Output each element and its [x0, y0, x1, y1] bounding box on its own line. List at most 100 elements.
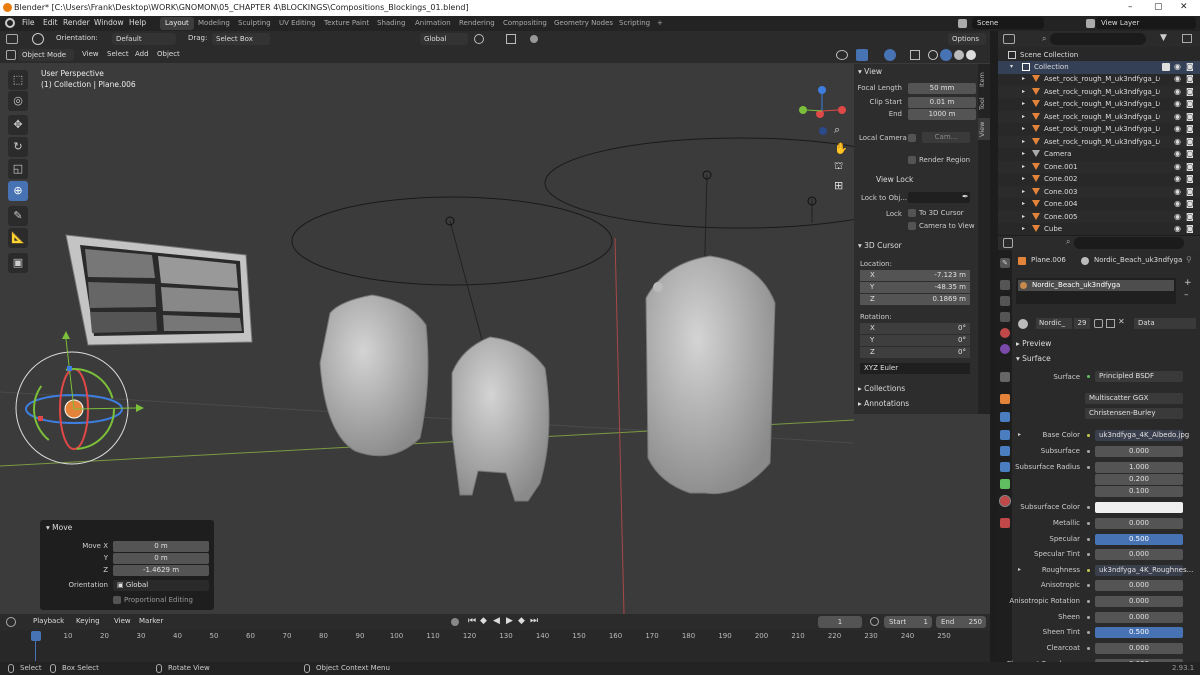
expand-arrow-icon[interactable]: ▸: [1022, 213, 1025, 220]
camera-icon[interactable]: ◙: [1186, 74, 1194, 83]
add-slot-button[interactable]: +: [1184, 278, 1192, 288]
expand-arrow-icon[interactable]: ▸: [1022, 200, 1025, 207]
3d-cursor-section-header[interactable]: ▾ 3D Cursor: [858, 241, 902, 250]
camera-icon[interactable]: ◙: [1186, 199, 1194, 208]
camera-view-icon[interactable]: ⛫: [834, 161, 843, 174]
camera-icon[interactable]: ◙: [1186, 149, 1194, 158]
bsdf-input-field[interactable]: uk3ndfyga_4K_Roughnes...: [1095, 565, 1193, 576]
bsdf-input-field[interactable]: 1.000: [1095, 462, 1183, 473]
material-tab-icon[interactable]: [999, 495, 1011, 507]
move-z-field[interactable]: -1.4629 m: [113, 565, 209, 576]
expand-arrow-icon[interactable]: ▸: [1018, 566, 1021, 573]
expand-arrow-icon[interactable]: ▸: [1022, 138, 1025, 145]
outliner-item[interactable]: ▸ Cone.005 ◉ ◙: [998, 210, 1200, 223]
outliner-search-input[interactable]: [1050, 33, 1146, 45]
outliner-item[interactable]: ▸ Aset_rock_rough_M_uk3ndfyga_LOD ◉ ◙: [998, 123, 1200, 136]
outliner-item[interactable]: ▸ Cone.001 ◉ ◙: [998, 160, 1200, 173]
expand-arrow-icon[interactable]: ▸: [1018, 431, 1021, 438]
checkbox-icon[interactable]: [1162, 63, 1170, 71]
menu-playback[interactable]: Playback: [33, 617, 64, 625]
zoom-icon[interactable]: ⌕: [834, 123, 840, 137]
solid-shading-icon[interactable]: [940, 49, 952, 61]
xray-icon[interactable]: [910, 50, 920, 60]
tab-sculpting[interactable]: Sculpting: [233, 17, 276, 30]
eye-icon[interactable]: ◉: [1174, 174, 1181, 183]
add-cube-tool-icon[interactable]: ▣: [8, 253, 28, 273]
bsdf-input-field[interactable]: 0.000: [1095, 580, 1183, 591]
duplicate-material-icon[interactable]: [1106, 319, 1115, 328]
menu-edit[interactable]: Edit: [43, 18, 58, 27]
menu-view[interactable]: View: [114, 617, 131, 625]
gizmo-toggle-icon[interactable]: [856, 49, 868, 61]
focal-length-field[interactable]: 50 mm: [908, 83, 976, 94]
close-button[interactable]: ✕: [1180, 2, 1188, 12]
world-tab-icon[interactable]: [1000, 344, 1010, 354]
annotate-tool-icon[interactable]: ✎: [8, 206, 28, 226]
view-layer-selector[interactable]: View Layer: [1096, 17, 1196, 29]
tab-geometry-nodes[interactable]: Geometry Nodes: [549, 17, 618, 30]
drag-dropdown[interactable]: Select Box: [212, 33, 270, 45]
tab-modeling[interactable]: Modeling: [193, 17, 235, 30]
eye-icon[interactable]: ◉: [1174, 99, 1181, 108]
add-workspace-button[interactable]: +: [652, 17, 668, 30]
menu-marker[interactable]: Marker: [139, 617, 163, 625]
transform-orientation-dropdown[interactable]: Global: [420, 33, 468, 45]
cursor-y-field[interactable]: Y -48.35 m: [860, 282, 970, 293]
measure-tool-icon[interactable]: 📐: [8, 228, 28, 248]
constraints-tab-icon[interactable]: [1000, 462, 1010, 472]
properties-search-input[interactable]: [1074, 237, 1184, 249]
bsdf-input-field[interactable]: [1095, 502, 1183, 513]
camera-icon[interactable]: ◙: [1186, 137, 1194, 146]
camera-icon[interactable]: ◙: [1186, 187, 1194, 196]
menu-help[interactable]: Help: [129, 18, 146, 27]
prev-keyframe-icon[interactable]: ◆: [480, 616, 487, 626]
tool-tab-icon[interactable]: ✎: [1000, 258, 1010, 268]
overlay-toggle-icon[interactable]: [884, 49, 896, 61]
outliner-item[interactable]: ▸ Cone.004 ◉ ◙: [998, 198, 1200, 211]
eye-icon[interactable]: ◉: [1174, 187, 1181, 196]
outliner-editor-icon[interactable]: [1003, 34, 1015, 44]
tab-texture-paint[interactable]: Texture Paint: [319, 17, 374, 30]
preview-section-header[interactable]: ▸ Preview: [1016, 339, 1051, 348]
bsdf-input-field[interactable]: 0.500: [1095, 627, 1183, 638]
expand-arrow-icon[interactable]: ▸: [1022, 75, 1025, 82]
tab-item[interactable]: Item: [978, 70, 990, 90]
move-y-field[interactable]: 0 m: [113, 553, 209, 564]
snap-icon[interactable]: [506, 34, 516, 44]
scale-tool-icon[interactable]: ◱: [8, 159, 28, 179]
move-panel-title[interactable]: ▾ Move: [46, 523, 72, 532]
timeline-track[interactable]: [0, 630, 990, 662]
orientation-dropdown[interactable]: Default: [112, 33, 176, 45]
rotate-tool-icon[interactable]: ↻: [8, 137, 28, 157]
physics-tab-icon[interactable]: [1000, 446, 1010, 456]
proportional-editing-checkbox[interactable]: Proportional Editing: [113, 596, 193, 604]
jump-start-icon[interactable]: ⏮: [468, 616, 476, 626]
bsdf-input-field[interactable]: 0.200: [1095, 474, 1183, 485]
eyedropper-icon[interactable]: ✒: [962, 192, 969, 201]
mode-dropdown[interactable]: Object Mode: [18, 49, 74, 61]
bsdf-input-field[interactable]: 0.500: [1095, 534, 1183, 545]
output-tab-icon[interactable]: [1000, 296, 1010, 306]
surface-shader-field[interactable]: Principled BSDF: [1095, 371, 1183, 382]
eye-icon[interactable]: ◉: [1174, 112, 1181, 121]
pivot-icon[interactable]: [474, 34, 484, 44]
lock-to-object-field[interactable]: [908, 192, 970, 203]
modifier-tab-icon[interactable]: [1000, 412, 1010, 422]
eye-icon[interactable]: ◉: [1174, 162, 1181, 171]
bsdf-input-field[interactable]: 0.000: [1095, 596, 1183, 607]
next-keyframe-icon[interactable]: ◆: [518, 616, 525, 626]
expand-arrow-icon[interactable]: ▸: [1022, 188, 1025, 195]
pan-hand-icon[interactable]: ✋: [834, 142, 848, 155]
eye-icon[interactable]: ◉: [1174, 87, 1181, 96]
expand-arrow-icon[interactable]: ▸: [1022, 150, 1025, 157]
local-camera-field[interactable]: Cam...: [922, 132, 970, 143]
eye-icon[interactable]: ◉: [1174, 149, 1181, 158]
camera-icon[interactable]: ◙: [1186, 87, 1194, 96]
bsdf-input-field[interactable]: 0.000: [1095, 612, 1183, 623]
tab-view[interactable]: View: [978, 118, 990, 140]
playhead[interactable]: [31, 631, 41, 641]
tab-scripting[interactable]: Scripting: [614, 17, 655, 30]
bsdf-input-field[interactable]: 0.000: [1095, 643, 1183, 654]
menu-object[interactable]: Object: [157, 50, 180, 58]
bsdf-input-field[interactable]: 0.100: [1095, 486, 1183, 497]
